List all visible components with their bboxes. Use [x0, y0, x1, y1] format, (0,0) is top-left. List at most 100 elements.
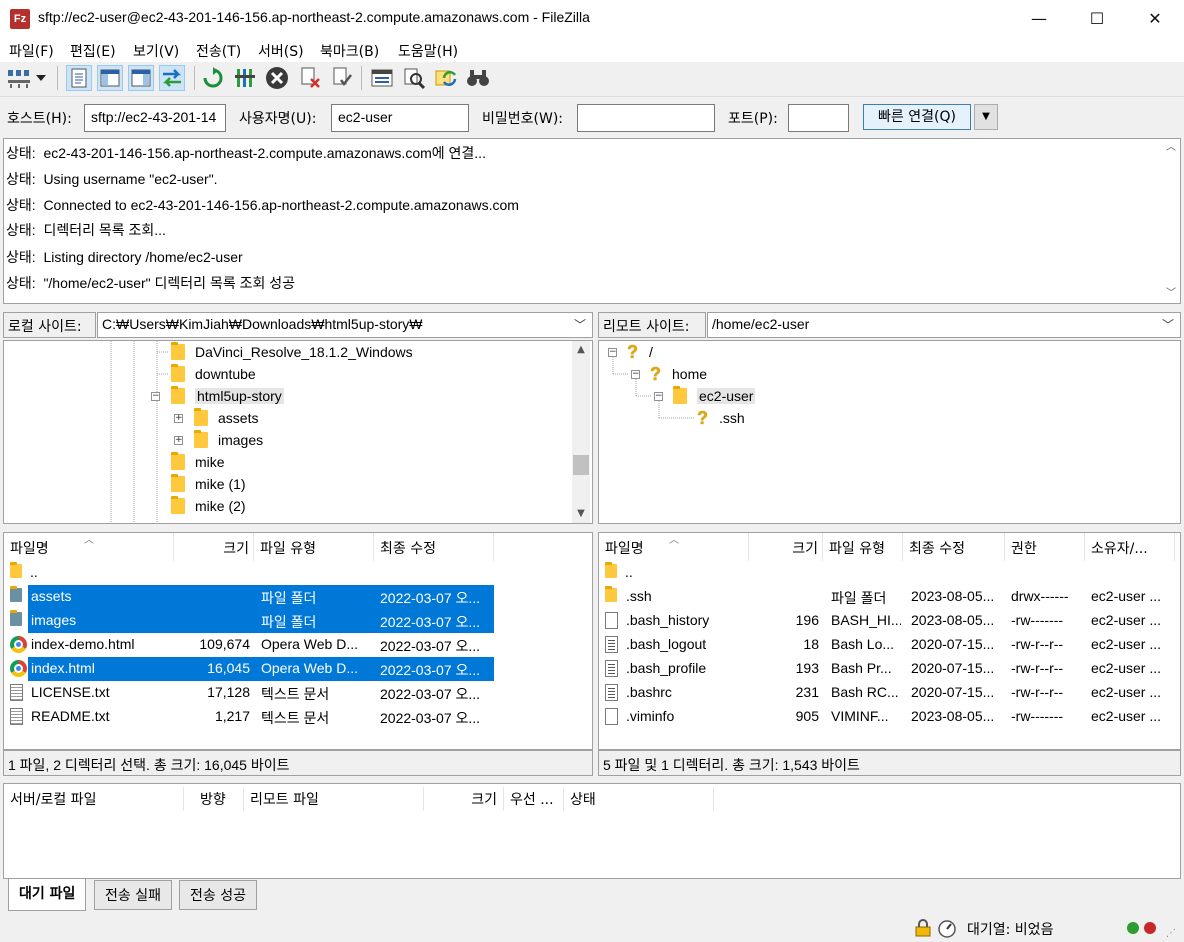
- file-row[interactable]: ..: [4, 561, 592, 585]
- tab-failed-transfers[interactable]: 전송 실패: [94, 880, 172, 910]
- password-input[interactable]: [577, 104, 715, 132]
- expand-icon[interactable]: +: [174, 414, 183, 423]
- tab-successful-transfers[interactable]: 전송 성공: [179, 880, 257, 910]
- disconnect-icon[interactable]: [297, 65, 323, 91]
- quickconnect-dropdown-icon[interactable]: ▼: [974, 104, 998, 130]
- host-input[interactable]: sftp://ec2-43-201-14: [84, 104, 226, 132]
- local-path-input[interactable]: C:₩Users₩KimJiah₩Downloads₩html5up-story…: [97, 312, 593, 338]
- remote-path-input[interactable]: /home/ec2-user ﹀: [707, 312, 1181, 338]
- tree-item[interactable]: html5up-story: [171, 385, 284, 407]
- log-scrollbar[interactable]: ︿ ﹀: [1162, 139, 1180, 303]
- column-modified[interactable]: 최종 수정: [903, 533, 1005, 561]
- speed-limit-icon[interactable]: [937, 919, 957, 942]
- menu-bookmarks[interactable]: 북마크(B): [320, 41, 379, 61]
- username-input[interactable]: ec2-user: [331, 104, 469, 132]
- file-row[interactable]: ..: [599, 561, 1180, 585]
- search-icon[interactable]: [465, 65, 491, 91]
- tree-item[interactable]: downtube: [171, 363, 256, 385]
- transfer-queue: 서버/로컬 파일 방향 리모트 파일 크기 우선 ... 상태: [3, 783, 1181, 879]
- tree-item[interactable]: ec2-user: [673, 385, 756, 407]
- file-row[interactable]: assets 파일 폴더 2022-03-07 오...: [4, 585, 592, 609]
- queue-column-remote-file[interactable]: 리모트 파일: [244, 787, 424, 811]
- log-line: 상태: Connected to ec2-43-201-146-156.ap-n…: [6, 197, 519, 213]
- scroll-up-icon[interactable]: ▲: [572, 341, 590, 359]
- expand-icon[interactable]: +: [174, 436, 183, 445]
- tree-item[interactable]: DaVinci_Resolve_18.1.2_Windows: [171, 341, 413, 363]
- filter-icon[interactable]: [401, 65, 427, 91]
- menu-file[interactable]: 파일(F): [9, 41, 54, 61]
- tree-item[interactable]: ? /: [627, 341, 653, 363]
- led-green-icon: [1127, 922, 1139, 934]
- port-input[interactable]: [788, 104, 849, 132]
- file-row[interactable]: .bash_history 196 BASH_HI... 2023-08-05.…: [599, 609, 1180, 633]
- file-row[interactable]: .viminfo 905 VIMINF... 2023-08-05... -rw…: [599, 705, 1180, 729]
- quickconnect-bar: 호스트(H): sftp://ec2-43-201-14 사용자명(U): ec…: [0, 96, 1184, 136]
- collapse-icon[interactable]: −: [631, 370, 640, 379]
- tab-queued-files[interactable]: 대기 파일: [8, 879, 87, 911]
- tree-item[interactable]: images: [194, 429, 263, 451]
- file-row[interactable]: README.txt 1,217 텍스트 문서 2022-03-07 오...: [4, 705, 592, 729]
- username-label: 사용자명(U):: [239, 111, 317, 127]
- queue-column-status[interactable]: 상태: [564, 787, 714, 811]
- tree-item[interactable]: assets: [194, 407, 258, 429]
- collapse-icon[interactable]: −: [654, 392, 663, 401]
- column-type[interactable]: 파일 유형: [254, 533, 374, 561]
- toggle-remote-tree-icon[interactable]: [128, 65, 154, 91]
- resize-grip-icon[interactable]: ⋰: [1166, 928, 1176, 939]
- process-queue-icon[interactable]: [232, 65, 258, 91]
- site-manager-icon[interactable]: [6, 65, 32, 91]
- tree-item[interactable]: ? .ssh: [697, 407, 745, 429]
- chevron-down-icon[interactable]: ﹀: [1162, 285, 1180, 303]
- column-owner[interactable]: 소유자/...: [1085, 533, 1175, 561]
- dropdown-arrow-icon[interactable]: [33, 65, 49, 91]
- tree-item[interactable]: ? home: [650, 363, 707, 385]
- text-file-icon: [10, 684, 26, 702]
- scroll-down-icon[interactable]: ▼: [572, 505, 590, 523]
- collapse-icon[interactable]: −: [608, 348, 617, 357]
- menu-server[interactable]: 서버(S): [258, 41, 304, 61]
- queue-column-local-file[interactable]: 서버/로컬 파일: [4, 787, 184, 811]
- lock-icon: [914, 919, 932, 941]
- queue-column-priority[interactable]: 우선 ...: [504, 787, 564, 811]
- column-type[interactable]: 파일 유형: [823, 533, 903, 561]
- local-file-list: 파일명 ︿ 크기 파일 유형 최종 수정 .. assets 파일 폴더 202…: [3, 532, 593, 750]
- cancel-icon[interactable]: [264, 65, 290, 91]
- minimize-button[interactable]: —: [1010, 0, 1068, 38]
- column-size[interactable]: 크기: [749, 533, 823, 561]
- quickconnect-button[interactable]: 빠른 연결(Q): [863, 104, 971, 130]
- refresh-icon[interactable]: [200, 65, 226, 91]
- toggle-local-tree-icon[interactable]: [97, 65, 123, 91]
- file-row[interactable]: LICENSE.txt 17,128 텍스트 문서 2022-03-07 오..…: [4, 681, 592, 705]
- toggle-queue-icon[interactable]: [159, 65, 185, 91]
- file-row[interactable]: .bashrc 231 Bash RC... 2020-07-15... -rw…: [599, 681, 1180, 705]
- close-button[interactable]: ✕: [1126, 0, 1184, 38]
- file-row[interactable]: .ssh 파일 폴더 2023-08-05... drwx------ ec2-…: [599, 585, 1180, 609]
- menu-view[interactable]: 보기(V): [133, 41, 179, 61]
- file-row[interactable]: images 파일 폴더 2022-03-07 오...: [4, 609, 592, 633]
- scroll-thumb[interactable]: [573, 455, 589, 475]
- chevron-up-icon[interactable]: ︿: [1162, 139, 1180, 157]
- local-tree-scrollbar[interactable]: ▲ ▼: [572, 341, 590, 523]
- tree-item[interactable]: mike (2): [171, 495, 246, 517]
- column-modified[interactable]: 최종 수정: [374, 533, 494, 561]
- tree-item[interactable]: mike (1): [171, 473, 246, 495]
- file-row[interactable]: index.html 16,045 Opera Web D... 2022-03…: [4, 657, 592, 681]
- column-permissions[interactable]: 권한: [1005, 533, 1085, 561]
- menu-edit[interactable]: 편집(E): [70, 41, 116, 61]
- directory-compare-icon[interactable]: [369, 65, 395, 91]
- sync-browse-icon[interactable]: [433, 65, 459, 91]
- tree-item[interactable]: mike: [171, 451, 225, 473]
- log-line: 상태: ec2-43-201-146-156.ap-northeast-2.co…: [6, 145, 486, 161]
- maximize-button[interactable]: ☐: [1068, 0, 1126, 38]
- column-size[interactable]: 크기: [174, 533, 254, 561]
- toggle-log-icon[interactable]: [66, 65, 92, 91]
- reconnect-icon[interactable]: [329, 65, 355, 91]
- queue-column-size[interactable]: 크기: [424, 787, 504, 811]
- menu-help[interactable]: 도움말(H): [398, 41, 458, 61]
- queue-column-direction[interactable]: 방향: [194, 787, 244, 811]
- menu-transfer[interactable]: 전송(T): [196, 41, 241, 61]
- file-row[interactable]: .bash_logout 18 Bash Lo... 2020-07-15...…: [599, 633, 1180, 657]
- file-row[interactable]: .bash_profile 193 Bash Pr... 2020-07-15.…: [599, 657, 1180, 681]
- file-row[interactable]: index-demo.html 109,674 Opera Web D... 2…: [4, 633, 592, 657]
- collapse-icon[interactable]: −: [151, 392, 160, 401]
